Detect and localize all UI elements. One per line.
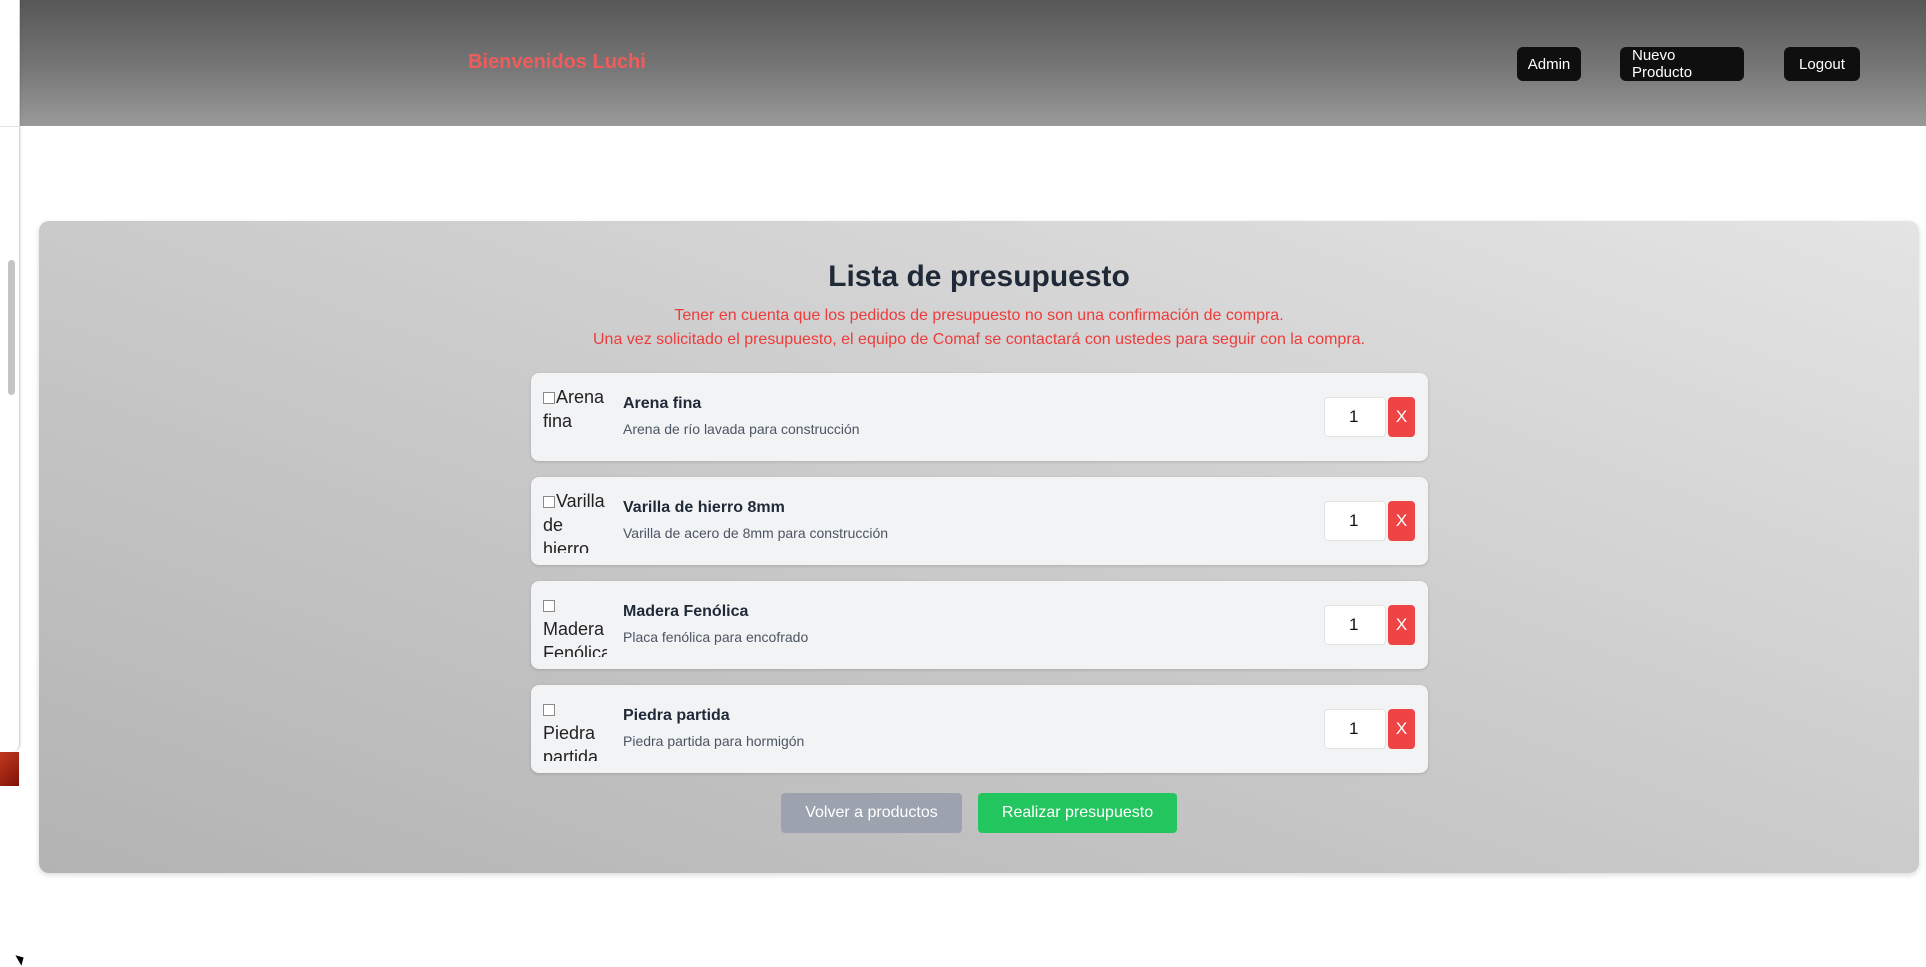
broken-image-icon bbox=[543, 496, 555, 508]
product-description: Arena de río lavada para construcción bbox=[623, 421, 860, 437]
list-item: Madera Fenólica Madera Fenólica Placa fe… bbox=[531, 581, 1428, 669]
product-description: Piedra partida para hormigón bbox=[623, 733, 805, 749]
new-product-button[interactable]: Nuevo Producto bbox=[1620, 47, 1744, 81]
remove-item-button[interactable]: X bbox=[1388, 501, 1415, 541]
product-image: Piedra partida bbox=[543, 697, 607, 761]
side-panel-edge bbox=[0, 0, 20, 752]
broken-image-icon bbox=[543, 392, 555, 404]
product-description: Varilla de acero de 8mm para construcció… bbox=[623, 525, 889, 541]
submit-budget-button[interactable]: Realizar presupuesto bbox=[978, 793, 1177, 833]
remove-item-button[interactable]: X bbox=[1388, 605, 1415, 645]
scrollbar-thumb[interactable] bbox=[8, 260, 15, 395]
quantity-input[interactable] bbox=[1324, 709, 1386, 749]
product-name: Piedra partida bbox=[623, 707, 730, 724]
product-name: Varilla de hierro 8mm bbox=[623, 499, 785, 516]
broken-image-icon bbox=[543, 704, 555, 716]
product-image: Madera Fenólica bbox=[543, 593, 607, 657]
list-item: Piedra partida Piedra partida Piedra par… bbox=[531, 685, 1428, 773]
background-window-edge bbox=[0, 752, 19, 786]
admin-button[interactable]: Admin bbox=[1517, 47, 1581, 81]
quantity-input[interactable] bbox=[1324, 501, 1386, 541]
logout-button[interactable]: Logout bbox=[1784, 47, 1860, 81]
budget-panel: Lista de presupuesto Tener en cuenta que… bbox=[39, 221, 1919, 873]
back-to-products-button[interactable]: Volver a productos bbox=[781, 793, 962, 833]
image-alt-text: Madera Fenólica bbox=[543, 619, 607, 657]
mouse-cursor-icon bbox=[15, 952, 27, 966]
quantity-input[interactable] bbox=[1324, 605, 1386, 645]
remove-item-button[interactable]: X bbox=[1388, 709, 1415, 749]
product-name: Arena fina bbox=[623, 395, 702, 412]
list-item: Arena fina Arena fina Arena de río lavad… bbox=[531, 373, 1428, 461]
quantity-input[interactable] bbox=[1324, 397, 1386, 437]
product-name: Madera Fenólica bbox=[623, 603, 749, 620]
remove-item-button[interactable]: X bbox=[1388, 397, 1415, 437]
product-image: Arena fina bbox=[543, 385, 607, 449]
product-image: Varilla de hierro 8mm bbox=[543, 489, 607, 553]
product-description: Placa fenólica para encofrado bbox=[623, 629, 809, 645]
top-header: Bienvenidos Luchi Admin Nuevo Producto L… bbox=[20, 0, 1926, 126]
broken-image-icon bbox=[543, 600, 555, 612]
notice-text: Una vez solicitado el presupuesto, el eq… bbox=[593, 331, 1365, 348]
image-alt-text: Piedra partida bbox=[543, 723, 599, 761]
notice-text: Tener en cuenta que los pedidos de presu… bbox=[674, 307, 1284, 324]
page-title: Lista de presupuesto bbox=[828, 260, 1130, 293]
welcome-title: Bienvenidos Luchi bbox=[468, 51, 646, 73]
list-item: Varilla de hierro 8mm Varilla de hierro … bbox=[531, 477, 1428, 565]
divider bbox=[0, 126, 20, 127]
